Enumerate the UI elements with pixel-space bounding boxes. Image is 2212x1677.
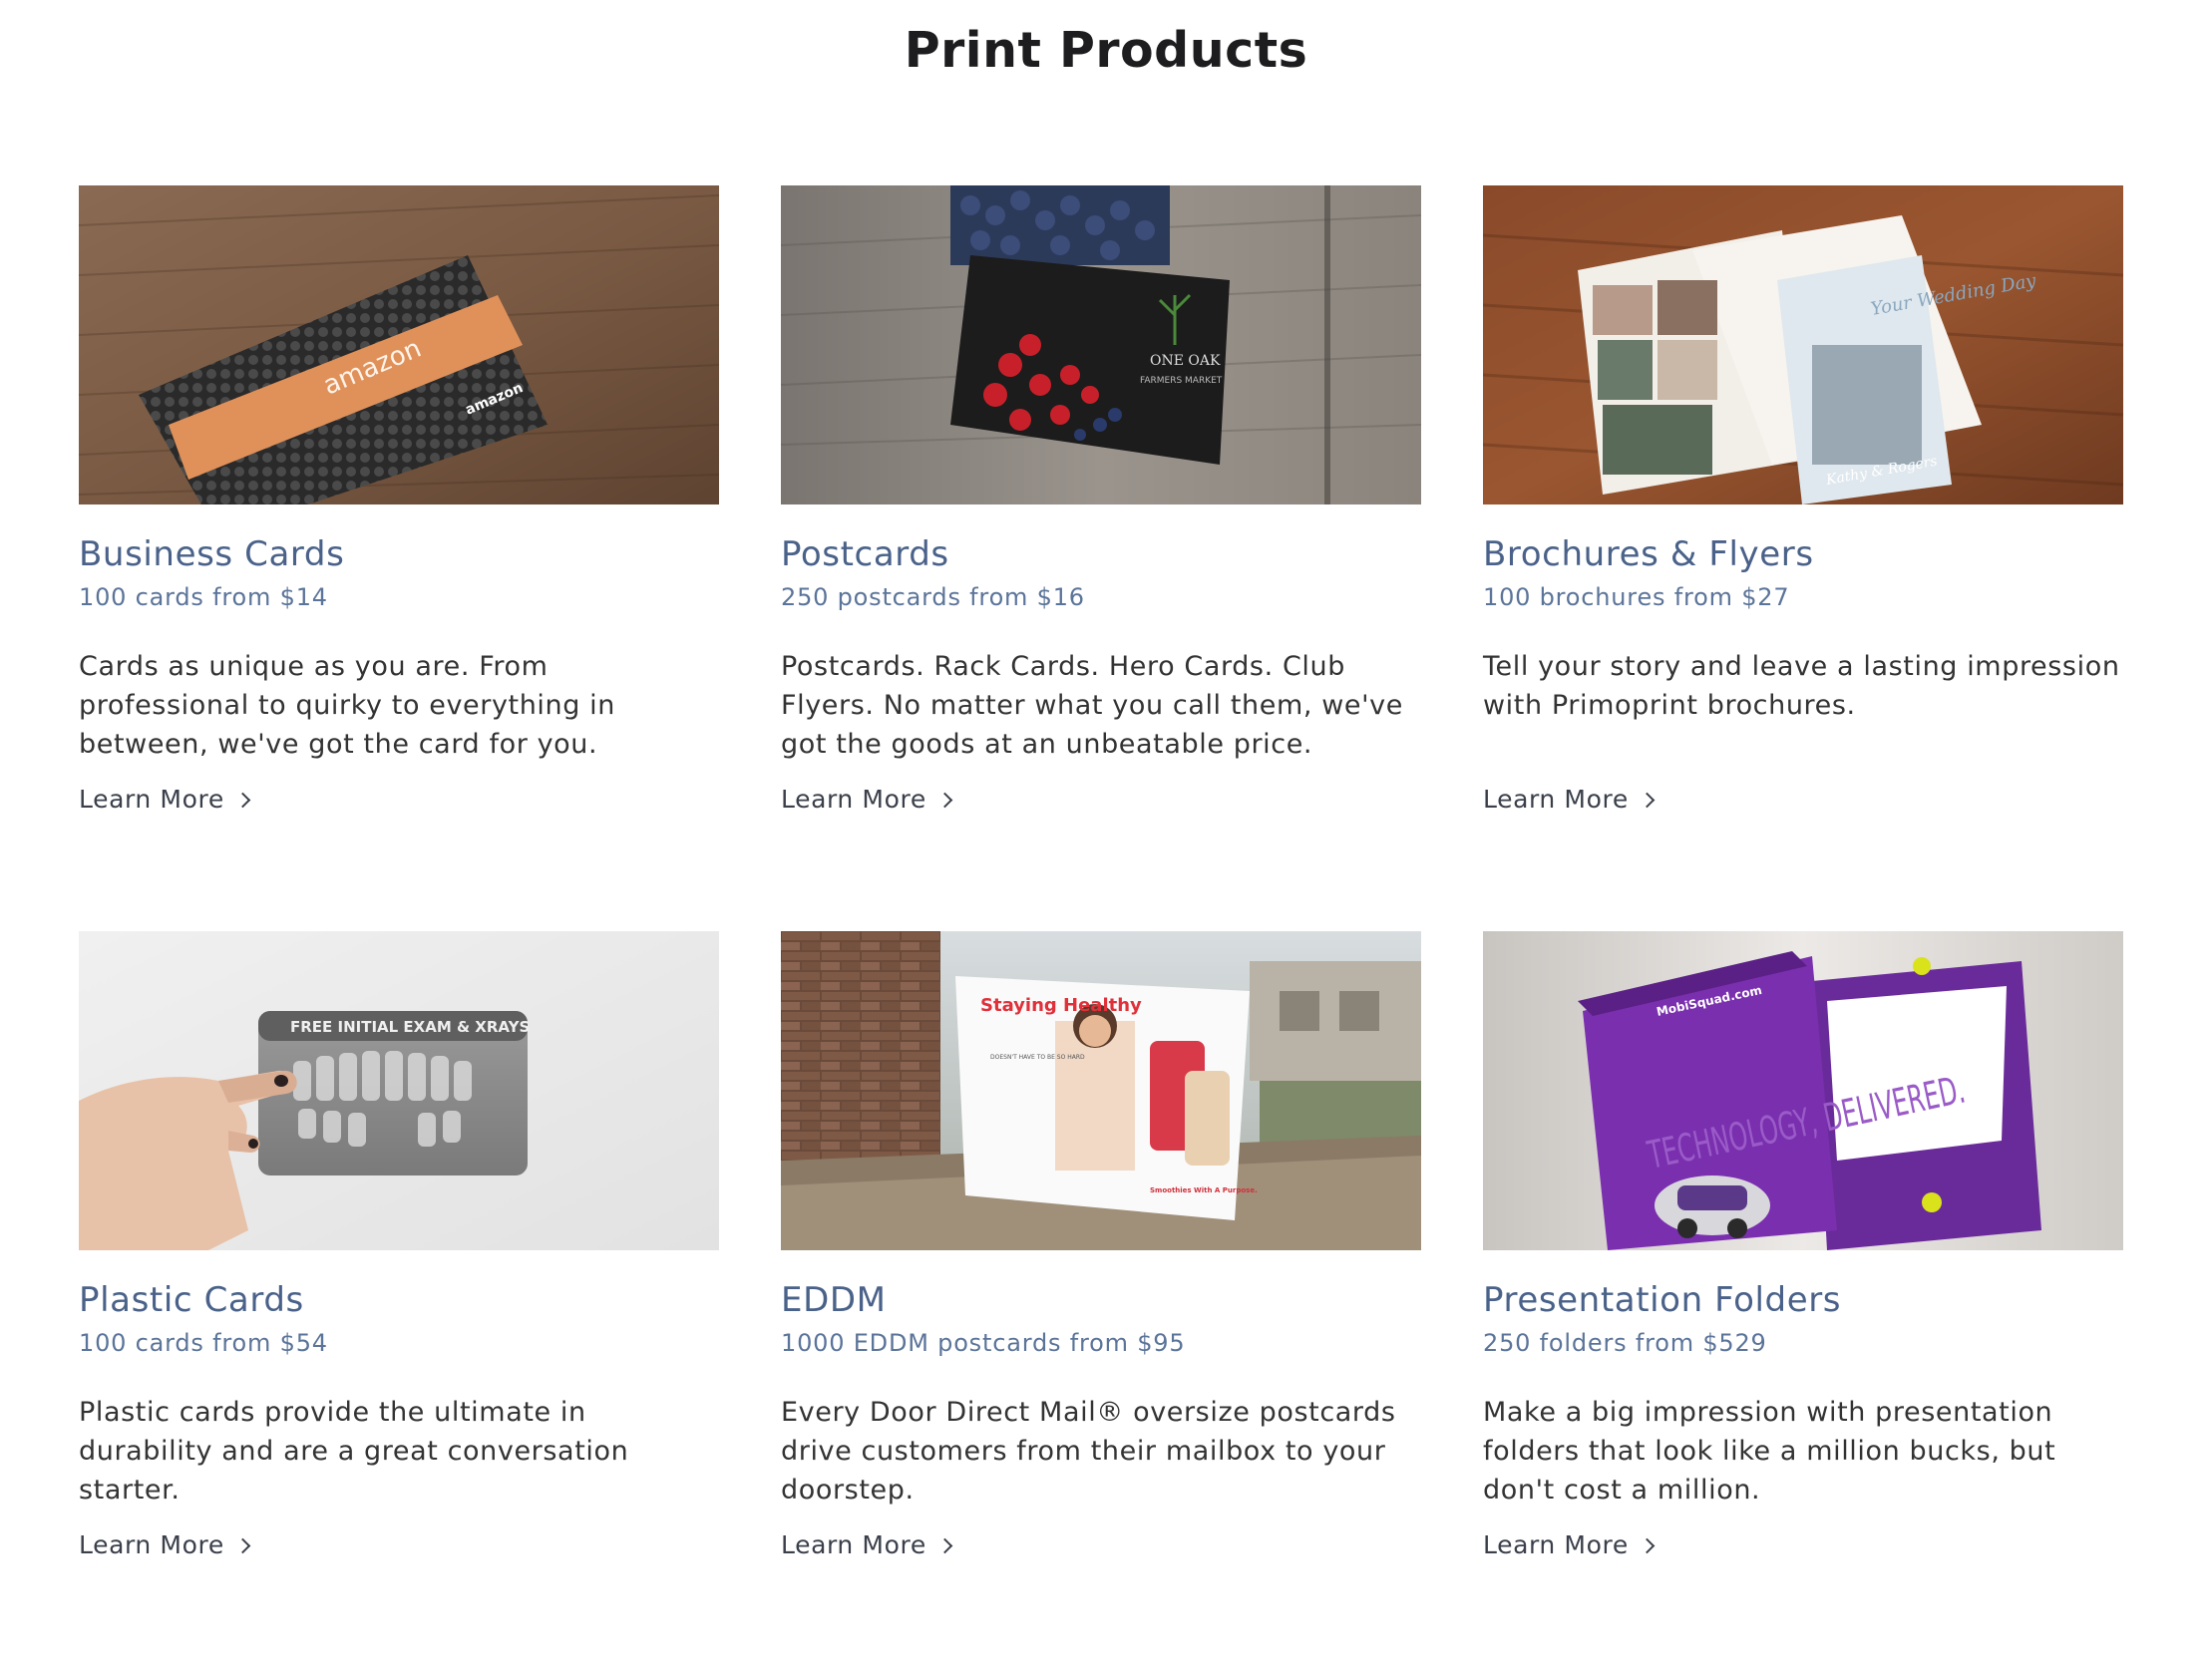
learn-more-label: Learn More: [1483, 785, 1629, 814]
product-card-business-cards: amazon amazon Business Cards 100 cards f…: [79, 185, 719, 931]
product-price: 100 cards from $14: [79, 583, 328, 611]
product-description: Make a big impression with presentation …: [1483, 1397, 2056, 1506]
chevron-right-icon: [936, 1537, 953, 1554]
learn-more-link[interactable]: Learn More: [79, 785, 251, 814]
product-title[interactable]: Brochures & Flyers: [1483, 533, 2123, 575]
chevron-right-icon: [1639, 1537, 1656, 1554]
product-price: 250 folders from $529: [1483, 1329, 1767, 1357]
product-price: 250 postcards from $16: [781, 583, 1085, 611]
product-description: Plastic cards provide the ultimate in du…: [79, 1397, 629, 1506]
product-card-brochures: Your Wedding Day Kathy & Rogers Brochure…: [1483, 185, 2123, 931]
plastic-card-heading-text: FREE INITIAL EXAM & XRAYS: [290, 1018, 530, 1036]
product-card-plastic-cards: FREE INITIAL EXAM & XRAYS Plastic Cards …: [79, 931, 719, 1677]
product-title[interactable]: Postcards: [781, 533, 1421, 575]
product-title[interactable]: Business Cards: [79, 533, 719, 575]
presentation-folders-image[interactable]: MobiSquad.com TECHNOLOGY, DELIVERED.: [1483, 931, 2123, 1250]
chevron-right-icon: [234, 1537, 251, 1554]
chevron-right-icon: [936, 792, 953, 809]
learn-more-label: Learn More: [781, 785, 926, 814]
products-grid: amazon amazon Business Cards 100 cards f…: [79, 185, 2125, 1677]
chevron-right-icon: [234, 792, 251, 809]
product-title[interactable]: Plastic Cards: [79, 1279, 719, 1321]
product-price: 1000 EDDM postcards from $95: [781, 1329, 1186, 1357]
postcard-brand-text: ONE OAK: [1150, 353, 1221, 369]
product-description: Every Door Direct Mail® oversize postcar…: [781, 1397, 1396, 1506]
learn-more-link[interactable]: Learn More: [1483, 785, 1656, 814]
product-description: Postcards. Rack Cards. Hero Cards. Club …: [781, 651, 1403, 760]
product-title[interactable]: EDDM: [781, 1279, 1421, 1321]
product-description: Cards as unique as you are. From profess…: [79, 651, 615, 760]
learn-more-link[interactable]: Learn More: [1483, 1530, 1656, 1559]
brochures-image[interactable]: Your Wedding Day Kathy & Rogers: [1483, 185, 2123, 504]
learn-more-label: Learn More: [79, 785, 224, 814]
product-price: 100 cards from $54: [79, 1329, 328, 1357]
learn-more-label: Learn More: [79, 1530, 224, 1559]
page-title: Print Products: [904, 22, 1308, 79]
plastic-cards-image[interactable]: FREE INITIAL EXAM & XRAYS: [79, 931, 719, 1250]
learn-more-link[interactable]: Learn More: [781, 785, 953, 814]
postcards-image[interactable]: ONE OAK FARMERS MARKET: [781, 185, 1421, 504]
postcard-sub-text: FARMERS MARKET: [1140, 376, 1223, 386]
product-price: 100 brochures from $27: [1483, 583, 1790, 611]
eddm-sub-text: DOESN'T HAVE TO BE SO HARD: [990, 1054, 1085, 1061]
product-card-presentation-folders: MobiSquad.com TECHNOLOGY, DELIVERED. Pre…: [1483, 931, 2123, 1677]
chevron-right-icon: [1639, 792, 1656, 809]
business-cards-image[interactable]: amazon amazon: [79, 185, 719, 504]
eddm-heading-text: Staying Healthy: [980, 995, 1142, 1016]
product-card-eddm: Staying Healthy DOESN'T HAVE TO BE SO HA…: [781, 931, 1421, 1677]
eddm-image[interactable]: Staying Healthy DOESN'T HAVE TO BE SO HA…: [781, 931, 1421, 1250]
product-description: Tell your story and leave a lasting impr…: [1483, 651, 2120, 721]
eddm-brand-text: Smoothies With A Purpose.: [1150, 1186, 1258, 1194]
learn-more-label: Learn More: [1483, 1530, 1629, 1559]
learn-more-label: Learn More: [781, 1530, 926, 1559]
product-title[interactable]: Presentation Folders: [1483, 1279, 2123, 1321]
product-card-postcards: ONE OAK FARMERS MARKET Postcards 250 pos…: [781, 185, 1421, 931]
learn-more-link[interactable]: Learn More: [79, 1530, 251, 1559]
learn-more-link[interactable]: Learn More: [781, 1530, 953, 1559]
